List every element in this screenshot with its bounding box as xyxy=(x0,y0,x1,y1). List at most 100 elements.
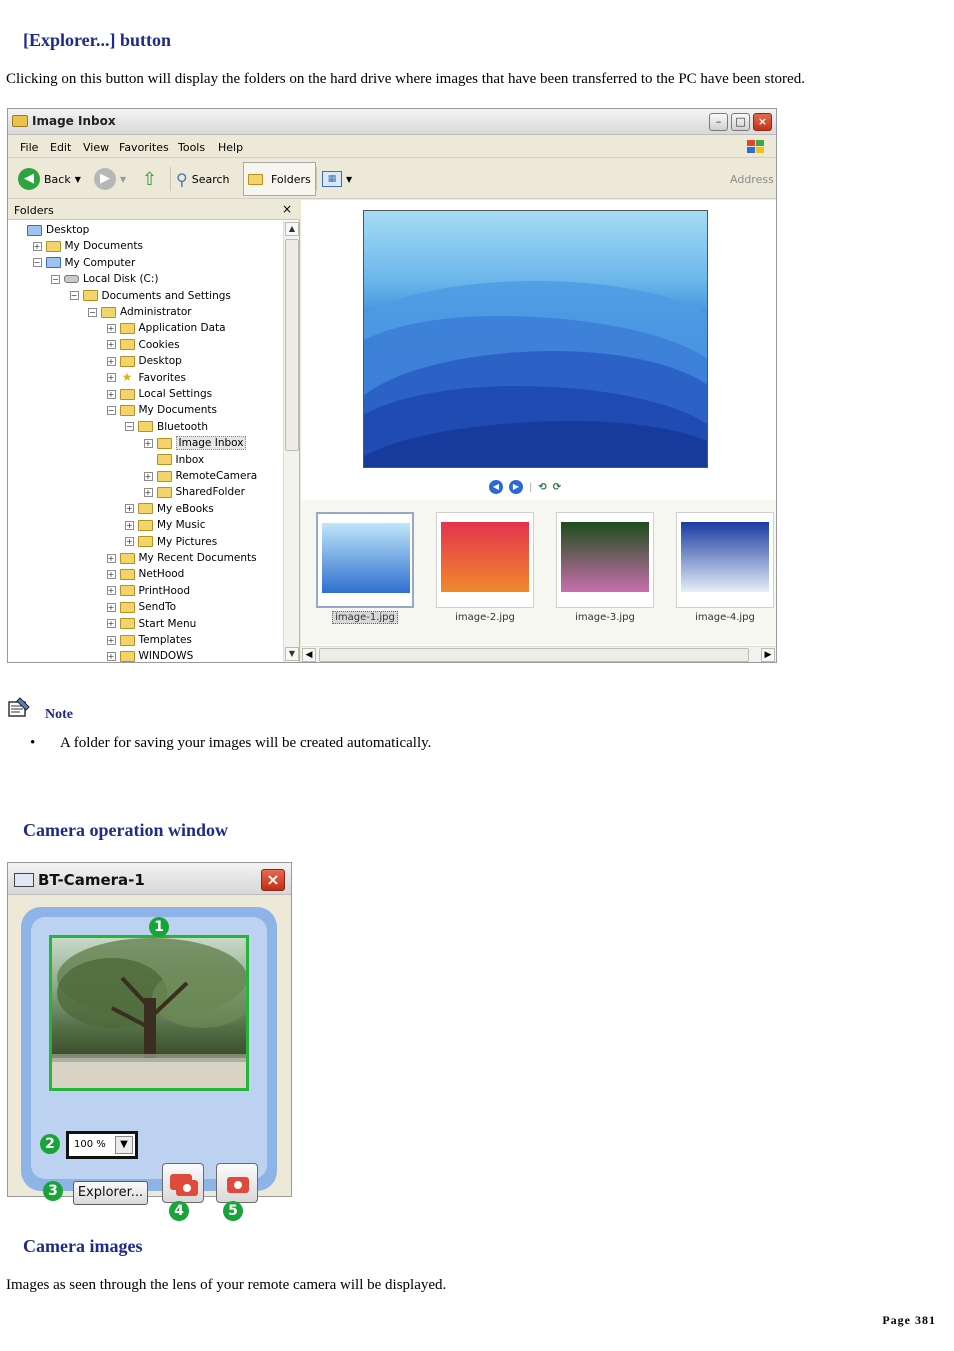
thumbnail[interactable] xyxy=(436,512,534,608)
expand-icon[interactable]: + xyxy=(106,651,116,661)
tree-item[interactable]: + Start Menu xyxy=(106,616,196,632)
expand-icon[interactable]: + xyxy=(143,438,153,448)
shutter-button[interactable] xyxy=(216,1163,258,1203)
explorer-titlebar: Image Inbox – □ × xyxy=(8,109,776,135)
expand-icon[interactable]: + xyxy=(106,635,116,645)
tree-item[interactable]: − My Computer xyxy=(32,255,135,271)
next-image-icon[interactable]: ▶ xyxy=(509,480,523,494)
tree-item-label: Documents and Settings xyxy=(101,289,231,302)
expand-icon[interactable]: + xyxy=(106,340,116,350)
expand-icon[interactable]: + xyxy=(106,602,116,612)
scrollbar-thumb[interactable] xyxy=(319,648,749,662)
tree-item[interactable]: + My eBooks xyxy=(125,501,214,517)
tree-item[interactable]: + My Pictures xyxy=(125,534,217,550)
expand-icon[interactable]: + xyxy=(106,569,116,579)
forward-button[interactable]: ▶ ▼ xyxy=(94,165,126,193)
filmstrip-scrollbar[interactable]: ◀ ▶ xyxy=(301,646,776,662)
minimize-button[interactable]: – xyxy=(709,113,728,131)
tree-item[interactable]: − Local Disk (C:) xyxy=(51,271,159,287)
tree-item[interactable]: + RemoteCamera xyxy=(143,468,257,484)
tree-item[interactable]: + SendTo xyxy=(106,599,176,615)
collapse-icon[interactable]: − xyxy=(88,307,97,317)
tree-item[interactable]: + WINDOWS xyxy=(106,648,193,662)
tree-item[interactable]: + ★ Favorites xyxy=(106,370,186,386)
expand-icon[interactable]: + xyxy=(106,553,116,563)
expand-icon[interactable]: + xyxy=(106,389,116,399)
menu-favorites[interactable]: Favorites xyxy=(119,141,169,154)
tree-item[interactable]: − Administrator xyxy=(88,304,192,320)
control-divider: | xyxy=(529,481,533,493)
tree-item-label: My Pictures xyxy=(157,535,218,548)
menu-file[interactable]: File xyxy=(20,141,38,154)
section-heading-camera-images: Camera images xyxy=(23,1236,143,1256)
tree-item[interactable]: + Desktop xyxy=(106,353,182,369)
collapse-icon[interactable]: − xyxy=(106,405,116,415)
expand-icon[interactable]: + xyxy=(125,504,134,514)
close-button[interactable]: × xyxy=(753,113,772,131)
tree-item[interactable]: − Documents and Settings xyxy=(69,288,231,304)
tree-item[interactable]: + PrintHood xyxy=(106,583,190,599)
scroll-up-icon[interactable]: ▲ xyxy=(285,222,299,236)
expand-icon[interactable]: + xyxy=(106,619,116,629)
collapse-icon[interactable]: − xyxy=(32,258,42,268)
thumbnail[interactable] xyxy=(556,512,654,608)
folder-icon xyxy=(138,536,153,548)
tree-item[interactable]: + Templates xyxy=(106,632,192,648)
tree-item[interactable]: + Cookies xyxy=(106,337,180,353)
tree-item[interactable]: Desktop xyxy=(14,222,89,238)
expand-icon[interactable]: + xyxy=(106,373,116,383)
scroll-left-icon[interactable]: ◀ xyxy=(302,648,316,662)
thumbnail-filename: image-1.jpg xyxy=(332,611,398,624)
back-button[interactable]: ◀ Back ▼ xyxy=(18,165,81,193)
chevron-down-icon: ▼ xyxy=(74,174,81,184)
rotate-right-icon[interactable]: ⟳ xyxy=(553,482,561,493)
views-button[interactable]: ▦ ▼ xyxy=(322,165,352,193)
explorer-button[interactable]: Explorer... xyxy=(73,1181,148,1205)
tree-item[interactable]: + Image Inbox xyxy=(143,435,247,451)
menu-edit[interactable]: Edit xyxy=(50,141,71,154)
previous-image-icon[interactable]: ◀ xyxy=(489,480,503,494)
maximize-button[interactable]: □ xyxy=(731,113,750,131)
folders-button[interactable]: Folders xyxy=(243,162,316,196)
folder-icon xyxy=(119,339,135,351)
menu-help[interactable]: Help xyxy=(218,141,243,154)
search-button[interactable]: ⚲ Search xyxy=(176,165,230,193)
scroll-right-icon[interactable]: ▶ xyxy=(761,648,775,662)
chevron-down-icon[interactable]: ▼ xyxy=(115,1136,133,1154)
tree-item[interactable]: + Local Settings xyxy=(106,386,212,402)
tree-item[interactable]: + My Music xyxy=(125,517,206,533)
expand-icon[interactable]: + xyxy=(106,356,116,366)
tree-item[interactable]: + My Recent Documents xyxy=(106,550,257,566)
tree-item[interactable]: Inbox xyxy=(144,452,204,468)
menu-view[interactable]: View xyxy=(83,141,109,154)
up-folder-button[interactable]: ⇧ xyxy=(142,165,157,193)
expand-icon[interactable]: + xyxy=(106,323,116,333)
scroll-down-icon[interactable]: ▼ xyxy=(285,647,299,661)
tree-item[interactable]: + NetHood xyxy=(106,566,184,582)
rotate-left-icon[interactable]: ⟲ xyxy=(538,482,546,493)
tree-item[interactable]: + My Documents xyxy=(32,238,143,254)
scrollbar-thumb[interactable] xyxy=(285,239,299,451)
expand-icon[interactable]: + xyxy=(32,241,42,251)
close-button[interactable]: × xyxy=(261,869,285,891)
expand-icon[interactable]: + xyxy=(125,537,134,547)
folder-tree-scrollbar[interactable]: ▲ ▼ xyxy=(283,221,299,662)
collapse-icon[interactable]: − xyxy=(51,274,60,284)
tree-item[interactable]: + Application Data xyxy=(106,320,226,336)
tree-item[interactable]: − Bluetooth xyxy=(125,419,208,435)
continuous-shot-button[interactable] xyxy=(162,1163,204,1203)
expand-icon[interactable]: + xyxy=(143,487,153,497)
expand-icon[interactable]: + xyxy=(125,520,134,530)
menu-tools[interactable]: Tools xyxy=(178,141,205,154)
thumbnail[interactable] xyxy=(316,512,414,608)
expand-icon[interactable]: + xyxy=(143,471,153,481)
thumbnail[interactable] xyxy=(676,512,774,608)
expand-icon[interactable]: + xyxy=(106,586,116,596)
close-icon[interactable]: × xyxy=(282,202,292,216)
collapse-icon[interactable]: − xyxy=(69,291,79,301)
tree-item[interactable]: − My Documents xyxy=(106,402,217,418)
zoom-select[interactable]: 100 % ▼ xyxy=(66,1131,138,1159)
collapse-icon[interactable]: − xyxy=(125,422,134,432)
tree-item[interactable]: + SharedFolder xyxy=(143,484,245,500)
